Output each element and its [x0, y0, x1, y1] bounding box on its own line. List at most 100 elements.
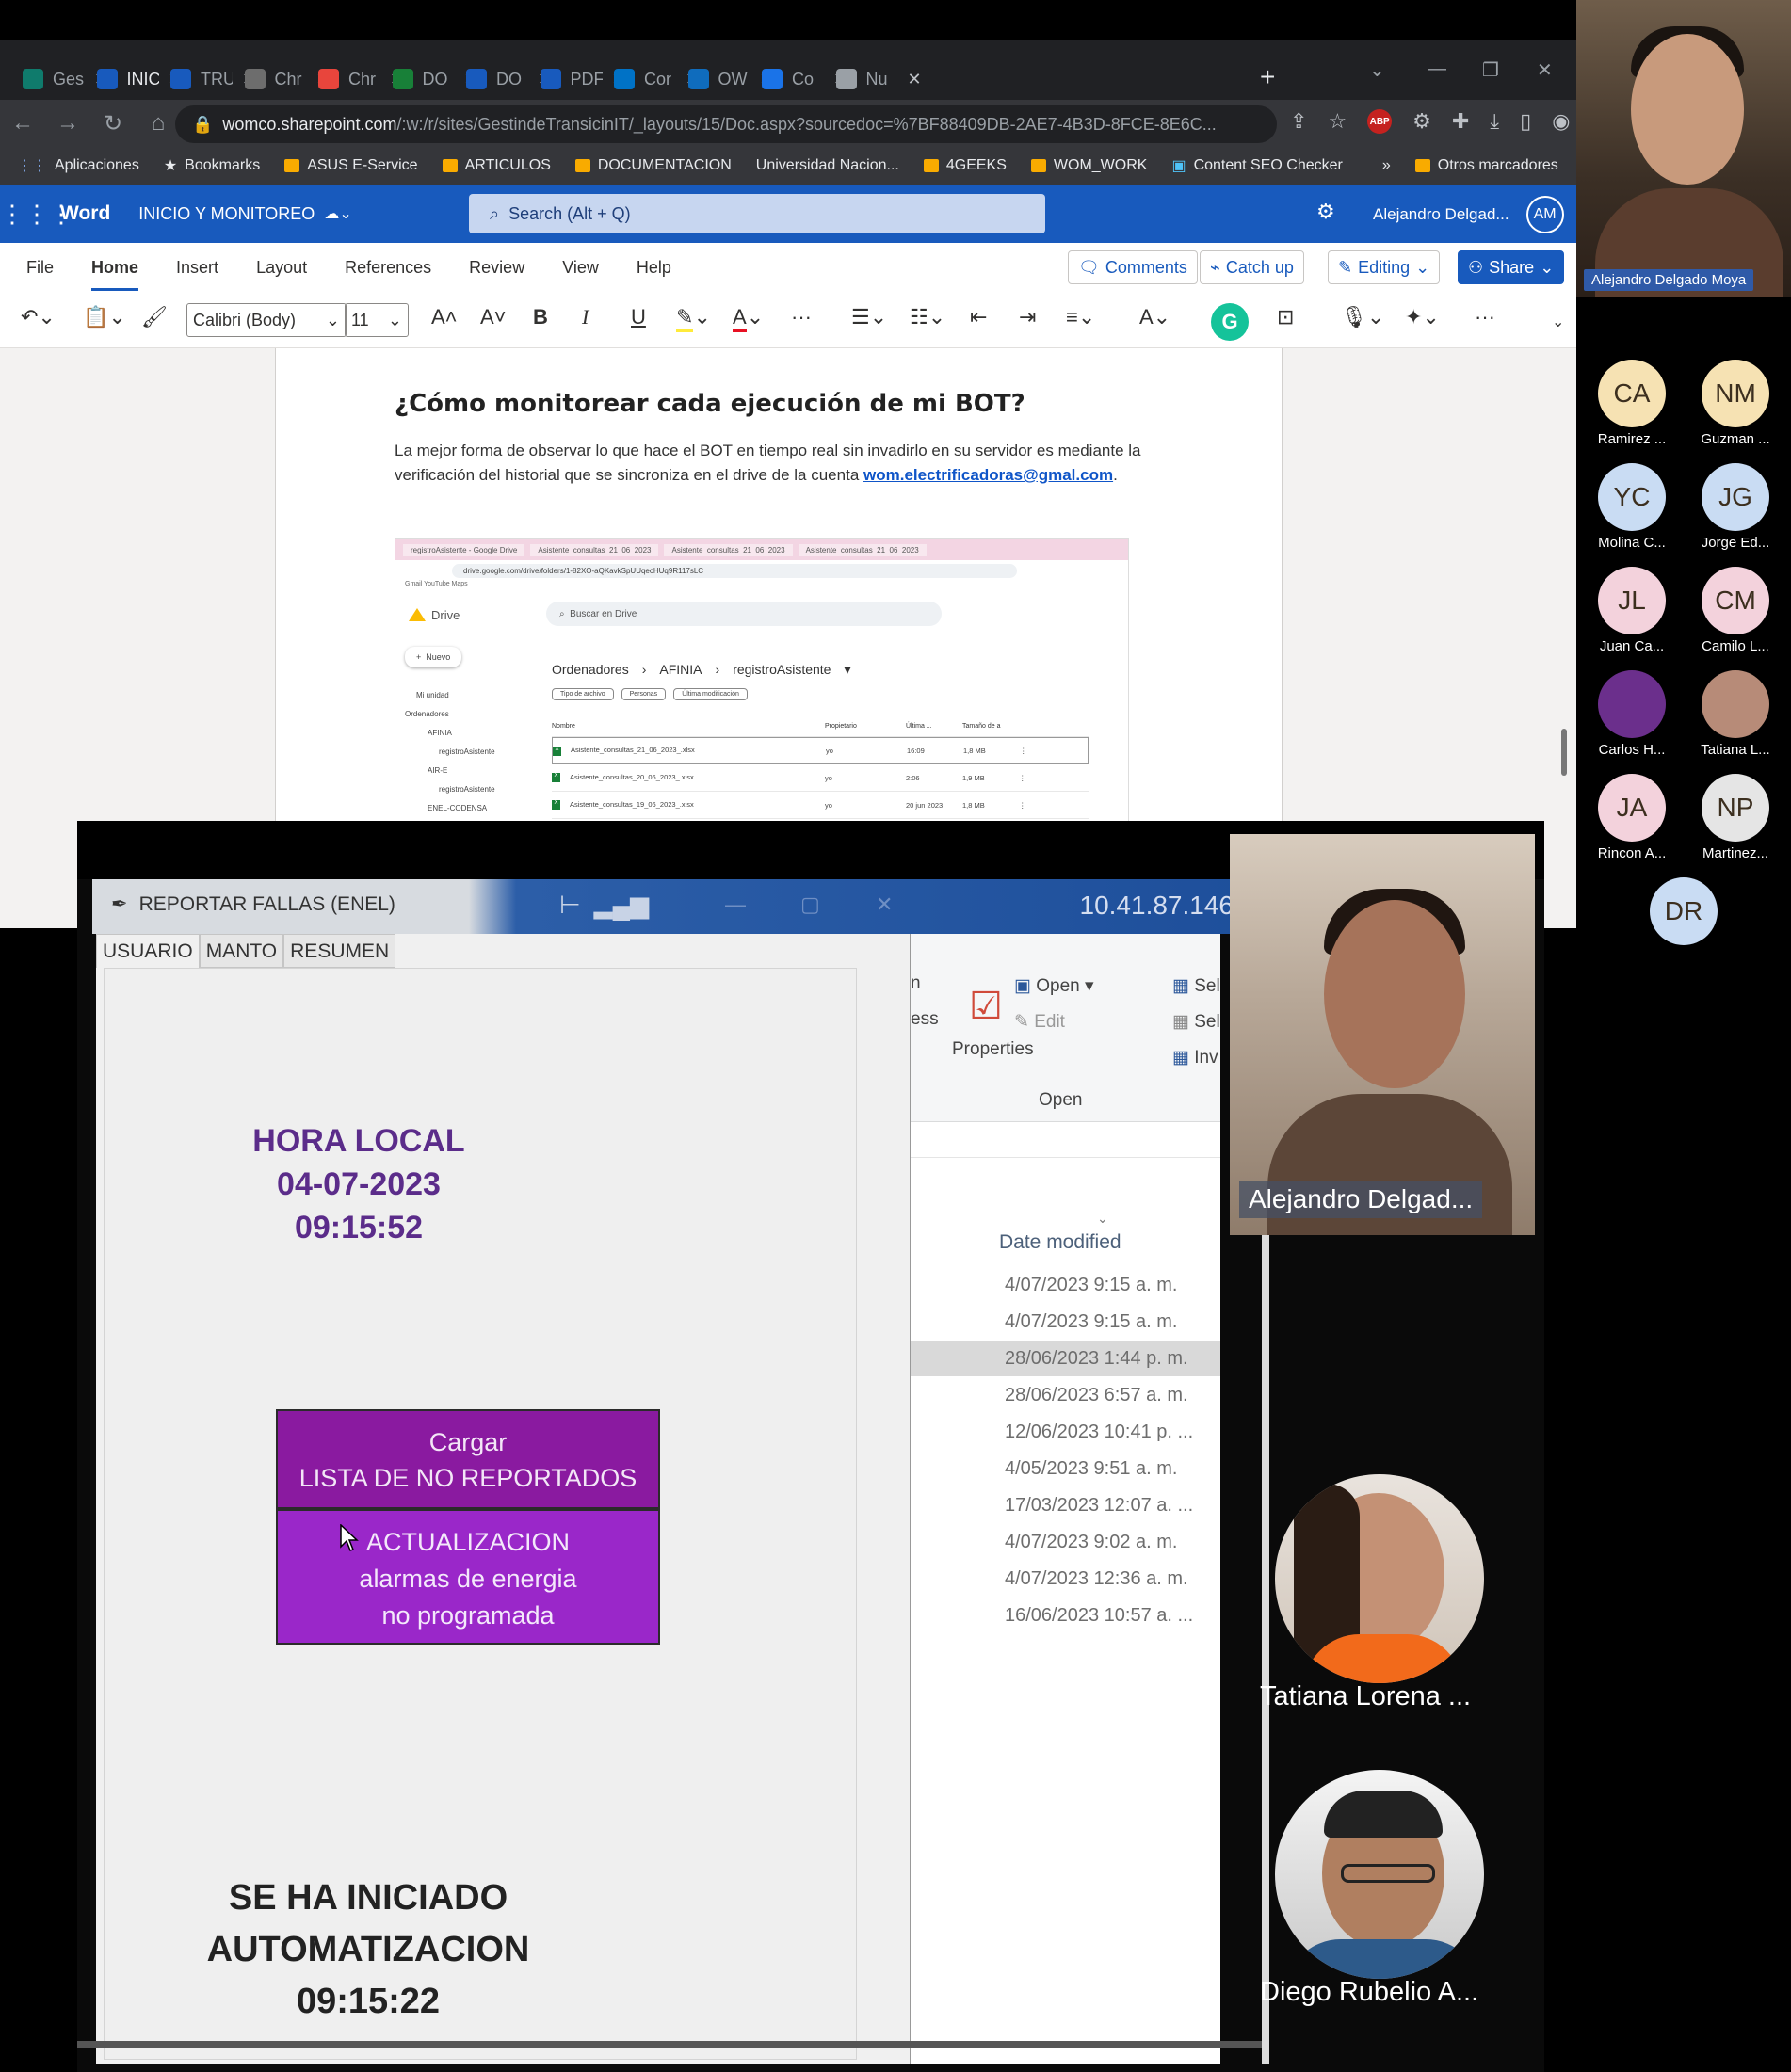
- properties-button[interactable]: Properties: [952, 1039, 1034, 1060]
- file-row-date[interactable]: 16/06/2023 10:57 a. ...: [911, 1598, 1220, 1633]
- file-row-date[interactable]: 28/06/2023 6:57 a. m.: [911, 1377, 1220, 1413]
- date-modified-column[interactable]: ⌄ Date modified: [999, 1211, 1121, 1254]
- align-icon[interactable]: ≡⌄: [1066, 305, 1095, 329]
- open-button[interactable]: ▣ Open ▾: [1014, 975, 1094, 997]
- file-row-date[interactable]: 4/07/2023 9:15 a. m.: [911, 1304, 1220, 1340]
- share-button[interactable]: ⚇ Share ⌄: [1458, 250, 1565, 284]
- tab-references[interactable]: References: [326, 258, 450, 278]
- bookmark-universidad[interactable]: Universidad Nacion...: [756, 157, 899, 174]
- participant-tile[interactable]: Tatiana L...: [1684, 670, 1787, 758]
- ribbon-cut-label2[interactable]: ess: [911, 1009, 939, 1030]
- select-all-button[interactable]: ▦ Sel: [1172, 975, 1220, 997]
- bookmark-apps[interactable]: ⋮⋮ Aplicaciones: [17, 156, 139, 175]
- back-icon[interactable]: ←: [0, 110, 45, 137]
- styles-icon[interactable]: A⌄: [1139, 305, 1170, 329]
- puzzle-icon[interactable]: ✚: [1452, 109, 1469, 134]
- home-icon[interactable]: ⌂: [136, 110, 181, 137]
- new-tab-button[interactable]: +: [1260, 62, 1275, 92]
- participant-tile[interactable]: JA Rincon A...: [1580, 774, 1684, 861]
- grow-font-icon[interactable]: A˄: [431, 305, 458, 329]
- select-none-button[interactable]: ▦ Sel: [1172, 1011, 1220, 1033]
- tab-insert[interactable]: Insert: [157, 258, 237, 278]
- grammarly-icon[interactable]: G: [1211, 303, 1249, 341]
- bookmark-wom-work[interactable]: WOM_WORK: [1030, 157, 1147, 174]
- tab-home[interactable]: Home: [73, 258, 157, 291]
- remote-close-icon[interactable]: ✕: [876, 892, 893, 917]
- actualizacion-alarmas-button[interactable]: ACTUALIZACION alarmas de energia no prog…: [276, 1509, 660, 1645]
- remote-restore-icon[interactable]: ▢: [800, 892, 820, 917]
- adblock-icon[interactable]: ABP: [1367, 109, 1393, 134]
- font-name-select[interactable]: Calibri (Body) ⌄: [186, 303, 347, 337]
- ribbon-cut-label[interactable]: n: [911, 973, 921, 994]
- document-scrollbar[interactable]: [1561, 729, 1567, 776]
- numbering-icon[interactable]: ☷⌄: [910, 305, 945, 329]
- increase-indent-icon[interactable]: ⇥: [1019, 305, 1036, 329]
- email-link[interactable]: wom.electrificadoras@gmal.com: [863, 466, 1113, 484]
- more-options-icon[interactable]: ···: [1475, 305, 1495, 329]
- tab-file[interactable]: File: [8, 258, 73, 278]
- invert-selection-button[interactable]: ▦ Inv: [1172, 1047, 1218, 1068]
- remote-hscrollbar[interactable]: [77, 2041, 1262, 2048]
- file-row-date[interactable]: 4/07/2023 9:15 a. m.: [911, 1267, 1220, 1303]
- document-name[interactable]: INICIO Y MONITOREO: [138, 204, 315, 224]
- cargar-lista-button[interactable]: Cargar LISTA DE NO REPORTADOS: [276, 1409, 660, 1509]
- file-row-date[interactable]: 12/06/2023 10:41 p. ...: [911, 1414, 1220, 1450]
- participant-tile[interactable]: JL Juan Ca...: [1580, 567, 1684, 654]
- bookmark-4geeks[interactable]: 4GEEKS: [923, 157, 1007, 174]
- download-icon[interactable]: ⤓: [1490, 109, 1499, 134]
- file-row-date[interactable]: 28/06/2023 1:44 p. m.: [911, 1341, 1220, 1376]
- settings-gear-icon[interactable]: ⚙: [1316, 200, 1335, 224]
- bookmark-seo-checker[interactable]: ▣ Content SEO Checker: [1171, 156, 1342, 175]
- editor-icon[interactable]: ✦⌄: [1405, 305, 1440, 329]
- undo-icon[interactable]: ↶⌄: [21, 305, 56, 329]
- restore-icon[interactable]: ❐: [1482, 58, 1499, 82]
- tab-resumen[interactable]: RESUMEN: [283, 934, 396, 968]
- file-row-date[interactable]: 17/03/2023 12:07 a. ...: [911, 1487, 1220, 1523]
- search-input[interactable]: ⌕ Search (Alt + Q): [469, 194, 1045, 233]
- extension-gear-icon[interactable]: ⚙: [1412, 109, 1431, 134]
- sidepanel-icon[interactable]: ▯: [1520, 109, 1531, 134]
- more-format-icon[interactable]: ···: [791, 305, 812, 329]
- edit-button[interactable]: ✎ Edit: [1014, 1011, 1065, 1033]
- file-row-date[interactable]: 4/07/2023 9:02 a. m.: [911, 1524, 1220, 1560]
- dictate-icon[interactable]: 🎙⌄: [1341, 305, 1384, 329]
- saved-status-icon[interactable]: ☁⌄: [324, 204, 351, 223]
- minimize-icon[interactable]: —: [1428, 58, 1446, 80]
- tab-layout[interactable]: Layout: [237, 258, 326, 278]
- format-painter-icon[interactable]: 🖌: [141, 305, 168, 329]
- bookmarks-overflow[interactable]: »: [1382, 157, 1391, 174]
- participant-tile[interactable]: YC Molina C...: [1580, 463, 1684, 551]
- editing-mode-button[interactable]: ✎ Editing ⌄: [1328, 250, 1441, 284]
- file-row-date[interactable]: 4/07/2023 12:36 a. m.: [911, 1561, 1220, 1597]
- profile-icon[interactable]: ◉: [1552, 109, 1570, 134]
- file-row-date[interactable]: 4/05/2023 9:51 a. m.: [911, 1451, 1220, 1486]
- participant-tile[interactable]: JG Jorge Ed...: [1684, 463, 1787, 551]
- bold-icon[interactable]: B: [533, 305, 548, 329]
- participant-tile[interactable]: Carlos H...: [1580, 670, 1684, 758]
- remote-minimize-icon[interactable]: —: [725, 892, 746, 917]
- explorer-address[interactable]: [911, 1122, 1220, 1158]
- share-page-icon[interactable]: ⇪: [1290, 109, 1307, 134]
- catch-up-button[interactable]: ⌁ Catch up: [1200, 250, 1304, 284]
- star-icon[interactable]: ☆: [1328, 109, 1347, 134]
- properties-icon[interactable]: ☑: [969, 985, 1003, 1028]
- participant-tile[interactable]: CA Ramirez ...: [1580, 360, 1684, 447]
- browser-tab[interactable]: Nu ✕: [829, 60, 929, 98]
- shrink-font-icon[interactable]: A˅: [480, 305, 507, 329]
- decrease-indent-icon[interactable]: ⇤: [970, 305, 987, 329]
- highlight-icon[interactable]: ✎⌄: [676, 305, 711, 332]
- user-account[interactable]: Alejandro Delgad... AM: [1373, 196, 1564, 233]
- bookmark-documentacion[interactable]: DOCUMENTACION: [574, 157, 732, 174]
- tab-usuario[interactable]: USUARIO: [96, 934, 200, 968]
- tab-help[interactable]: Help: [618, 258, 690, 278]
- tab-search-icon[interactable]: ⌄: [1369, 58, 1385, 82]
- participant-tile[interactable]: CM Camilo L...: [1684, 567, 1787, 654]
- participant-tile[interactable]: NP Martinez...: [1684, 774, 1787, 861]
- app-launcher-icon[interactable]: ⋮⋮⋮: [0, 200, 73, 229]
- reload-icon[interactable]: ↻: [90, 110, 136, 137]
- bookmark-bookmarks[interactable]: ★ Bookmarks: [164, 156, 260, 175]
- italic-icon[interactable]: I: [582, 305, 589, 329]
- find-icon[interactable]: ⊡: [1277, 305, 1294, 329]
- bookmark-articulos[interactable]: ARTICULOS: [442, 157, 551, 174]
- collapse-ribbon-icon[interactable]: ⌄: [1552, 313, 1564, 331]
